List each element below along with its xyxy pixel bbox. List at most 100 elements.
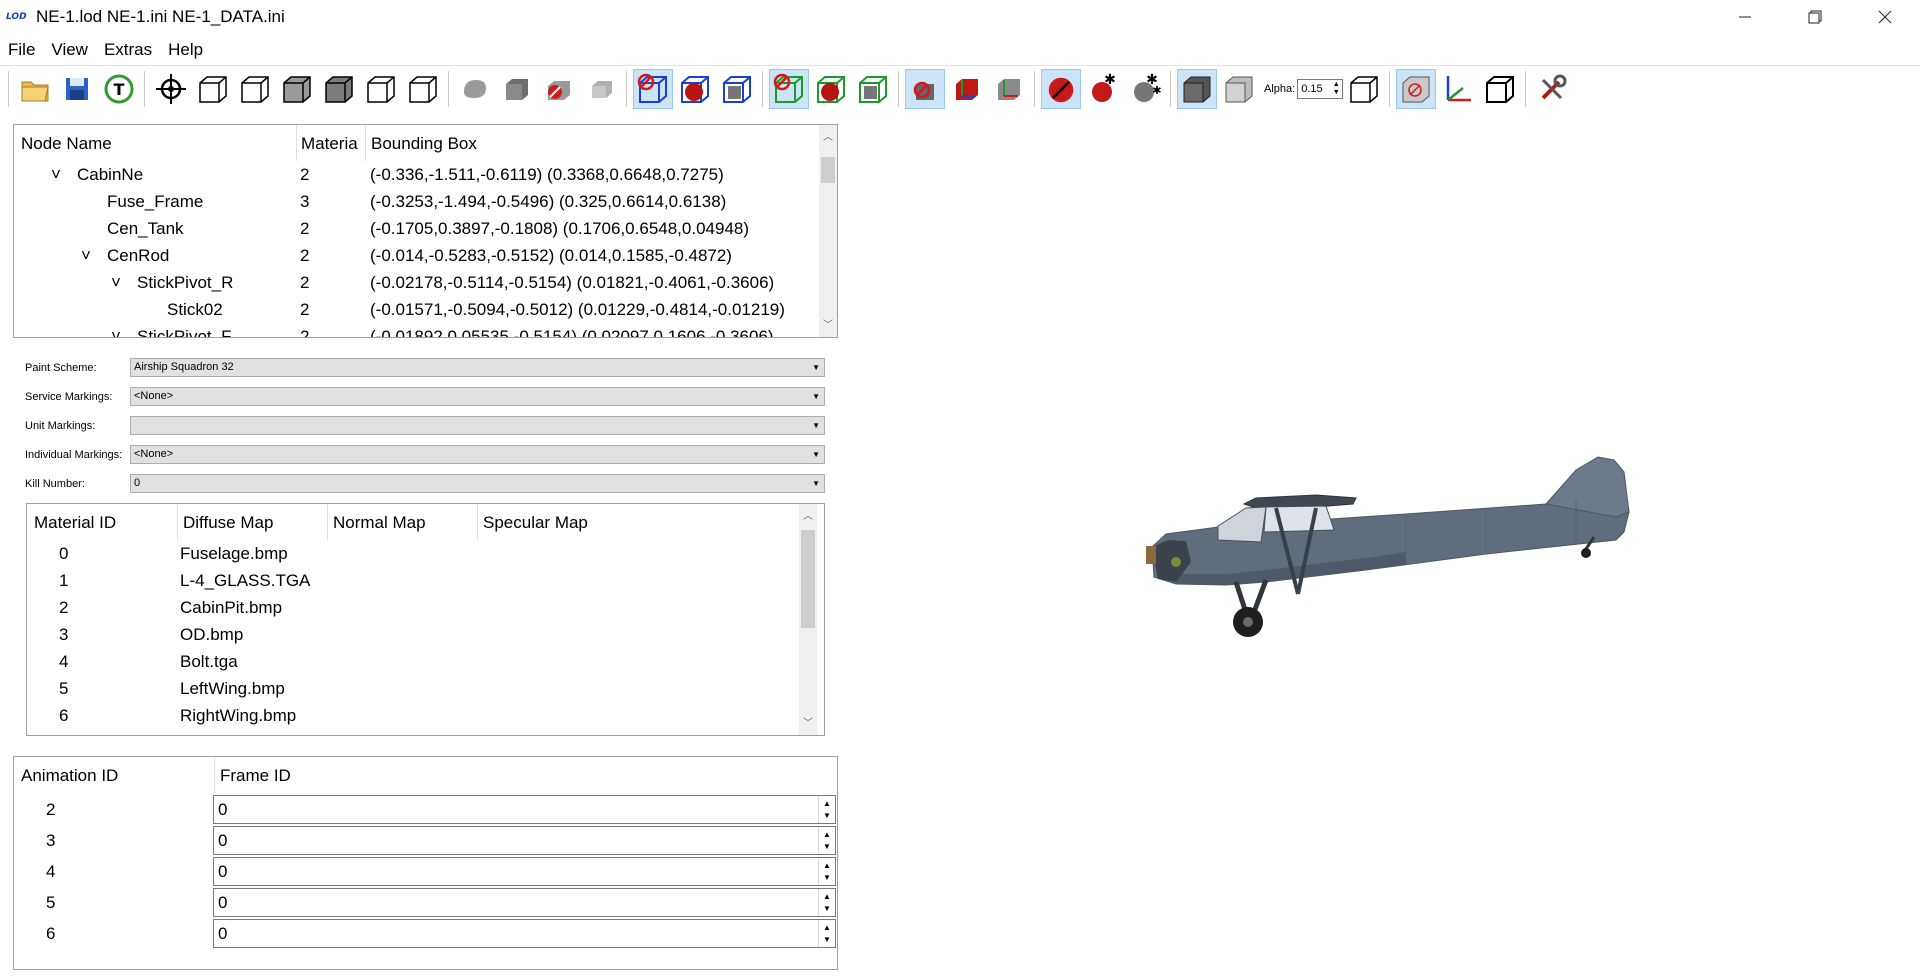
scroll-up-icon[interactable]: ︿ <box>799 508 817 526</box>
blue-bbox-off-button[interactable] <box>633 68 673 109</box>
scroll-down-icon[interactable]: ﹀ <box>819 317 837 335</box>
spin-arrows[interactable]: ▲ ▼ <box>818 796 835 823</box>
individual-markings-select[interactable]: <None> ▼ <box>130 445 825 464</box>
menu-file[interactable]: File <box>0 36 43 64</box>
scrollbar-thumb[interactable] <box>821 157 835 183</box>
hide-hidden-button[interactable] <box>1396 68 1437 109</box>
table-row[interactable]: 0 Fuselage.bmp <box>27 541 797 568</box>
materials-scrollbar[interactable]: ︿ ﹀ <box>799 504 817 735</box>
flat-shade-button[interactable] <box>497 69 537 109</box>
column-header-diffuse-map[interactable]: Diffuse Map <box>183 513 273 533</box>
table-row[interactable]: 3 OD.bmp <box>27 622 797 649</box>
green-bbox-solid-button[interactable] <box>811 69 851 109</box>
view-front-button[interactable] <box>193 69 233 109</box>
column-header-normal-map[interactable]: Normal Map <box>333 513 426 533</box>
menu-help[interactable]: Help <box>160 36 211 64</box>
blue-bbox-solid-button[interactable] <box>675 69 715 109</box>
wireframe-mode-button[interactable] <box>1344 69 1384 109</box>
paint-scheme-select[interactable]: Airship Squadron 32 ▼ <box>130 358 825 377</box>
transparent-mode-button[interactable] <box>1219 69 1259 109</box>
kill-number-label: Kill Number: <box>25 478 85 490</box>
alpha-spin-arrows[interactable]: ▲ ▼ <box>1330 80 1342 98</box>
table-row[interactable]: 1 L-4_GLASS.TGA <box>27 568 797 595</box>
green-bbox-off-button[interactable] <box>769 68 809 109</box>
frame-id-spinbox[interactable]: 0 ▲ ▼ <box>213 826 836 855</box>
menu-view[interactable]: View <box>43 36 96 64</box>
tree-row[interactable]: Fuse_Frame 3 (-0.3253,-1.494,-0.5496) (0… <box>14 189 810 216</box>
kill-number-select[interactable]: 0 ▼ <box>130 474 825 493</box>
service-markings-select[interactable]: <None> ▼ <box>130 387 825 406</box>
expand-chevron-icon[interactable]: ˅ <box>111 273 121 293</box>
tree-row[interactable]: ˅ StickPivot_F 2 (-0.01892,0.05535,-0.51… <box>14 324 810 337</box>
settings-button[interactable] <box>1532 69 1572 109</box>
view-bottom-button[interactable] <box>403 69 443 109</box>
view-top-button[interactable] <box>361 69 401 109</box>
down-arrow-icon: ▼ <box>823 872 831 882</box>
3d-viewport[interactable] <box>846 122 1920 974</box>
expand-chevron-icon[interactable]: ˅ <box>51 165 61 185</box>
unit-markings-select[interactable]: ▼ <box>130 416 825 435</box>
show-axes-button[interactable] <box>1438 69 1478 109</box>
tree-row[interactable]: Stick02 2 (-0.01571,-0.5094,-0.5012) (0.… <box>14 297 810 324</box>
open-button[interactable] <box>15 69 55 109</box>
tree-row[interactable]: ˅ StickPivot_R 2 (-0.02178,-0.5114,-0.51… <box>14 270 810 297</box>
spin-arrows[interactable]: ▲ ▼ <box>818 827 835 854</box>
spin-arrows[interactable]: ▲ ▼ <box>818 889 835 916</box>
solid-mode-button[interactable] <box>1177 68 1217 109</box>
axes-red-button[interactable] <box>947 69 987 109</box>
blue-cube-red-icon <box>681 75 709 103</box>
restore-button[interactable] <box>1780 0 1850 34</box>
points-off-button[interactable] <box>1041 68 1081 109</box>
table-row[interactable]: 5 LeftWing.bmp <box>27 676 797 703</box>
scrollbar-thumb[interactable] <box>801 530 815 628</box>
tree-row[interactable]: ˅ CabinNe 2 (-0.336,-1.511,-0.6119) (0.3… <box>14 162 810 189</box>
spin-arrows[interactable]: ▲ ▼ <box>818 920 835 947</box>
column-header-specular-map[interactable]: Specular Map <box>483 513 588 533</box>
tree-row[interactable]: Cen_Tank 2 (-0.1705,0.3897,-0.1808) (0.1… <box>14 216 810 243</box>
points-red-button[interactable]: ✱ <box>1083 69 1123 109</box>
axes-off-button[interactable] <box>905 68 945 109</box>
column-header-bounding-box[interactable]: Bounding Box <box>371 134 477 154</box>
table-row[interactable]: 2 CabinPit.bmp <box>27 595 797 622</box>
scroll-down-icon[interactable]: ﹀ <box>799 715 817 733</box>
view-back-button[interactable] <box>235 69 275 109</box>
frame-id-spinbox[interactable]: 0 ▲ ▼ <box>213 888 836 917</box>
blue-bbox-box-button[interactable] <box>717 69 757 109</box>
center-view-button[interactable] <box>151 69 191 109</box>
node-tree-scrollbar[interactable]: ︿ ﹀ <box>819 125 837 337</box>
alpha-spinbox[interactable]: 0.15 ▲ ▼ <box>1297 78 1344 99</box>
column-header-material-id[interactable]: Material ID <box>34 513 116 533</box>
column-header-frame-id[interactable]: Frame ID <box>220 766 291 786</box>
view-left-button[interactable] <box>277 69 317 109</box>
material-id: 4 <box>59 652 69 671</box>
frame-id-spinbox[interactable]: 0 ▲ ▼ <box>213 795 836 824</box>
close-button[interactable] <box>1850 0 1920 34</box>
animation-id: 4 <box>46 862 56 881</box>
green-bbox-box-button[interactable] <box>853 69 893 109</box>
smooth-shade-button[interactable] <box>455 69 495 109</box>
hide-material-button[interactable] <box>539 69 579 109</box>
save-button[interactable] <box>57 69 97 109</box>
texture-button[interactable]: T <box>99 69 139 109</box>
scroll-up-icon[interactable]: ︿ <box>819 129 837 147</box>
expand-chevron-icon[interactable]: ˅ <box>111 327 121 337</box>
menu-extras[interactable]: Extras <box>96 36 160 64</box>
frame-id-spinbox[interactable]: 0 ▲ ▼ <box>213 857 836 886</box>
column-header-node-name[interactable]: Node Name <box>21 134 112 154</box>
table-row[interactable]: 4 Bolt.tga <box>27 649 797 676</box>
column-header-animation-id[interactable]: Animation ID <box>21 766 118 786</box>
tree-row[interactable]: ˅ CenRod 2 (-0.014,-0.5283,-0.5152) (0.0… <box>14 243 810 270</box>
expand-chevron-icon[interactable]: ˅ <box>81 246 91 266</box>
axes-gray-button[interactable] <box>989 69 1029 109</box>
node-material: 2 <box>300 327 310 337</box>
column-header-material[interactable]: Materia <box>301 134 358 154</box>
minimize-button[interactable] <box>1710 0 1780 34</box>
view-right-button[interactable] <box>319 69 359 109</box>
frame-id-spinbox[interactable]: 0 ▲ ▼ <box>213 919 836 948</box>
bounding-box-button[interactable] <box>1480 69 1520 109</box>
points-gray-button[interactable]: ✱ ✱ <box>1125 69 1165 109</box>
table-row[interactable]: 6 RightWing.bmp <box>27 703 797 730</box>
down-arrow-icon: ▼ <box>823 934 831 944</box>
spin-arrows[interactable]: ▲ ▼ <box>818 858 835 885</box>
box-shade-button[interactable] <box>581 69 621 109</box>
